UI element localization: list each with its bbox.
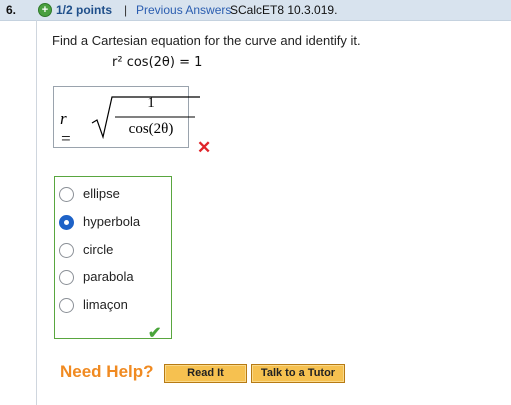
talk-to-tutor-button[interactable]: Talk to a Tutor: [251, 364, 345, 383]
question-number: 6.: [6, 3, 17, 17]
radio-button[interactable]: [59, 298, 74, 313]
points-score: 1/2 points: [56, 3, 113, 17]
correct-checkmark-icon: ✔: [148, 325, 162, 342]
choice-label: circle: [83, 242, 114, 257]
answer-denominator: cos(2θ): [128, 121, 174, 137]
choice-label: parabola: [83, 269, 134, 284]
answer-numerator: 1: [147, 95, 155, 111]
need-help-label: Need Help?: [60, 362, 154, 381]
question-header: 6. + 1/2 points | Previous Answers SCalc…: [0, 0, 511, 21]
plus-circle-icon[interactable]: +: [38, 3, 52, 17]
header-separator: |: [124, 3, 128, 17]
answer-lhs: r =: [60, 109, 72, 148]
radio-button[interactable]: [59, 187, 74, 202]
choice-label: limaçon: [83, 297, 128, 312]
given-equation: r² cos(2θ) = 1: [112, 55, 203, 70]
answer-input-box[interactable]: r = 1 cos(2θ): [53, 86, 200, 148]
question-prompt: Find a Cartesian equation for the curve …: [52, 33, 361, 48]
answer-choice-list: ellipse hyperbola circle parabola limaço…: [54, 176, 172, 339]
read-it-button[interactable]: Read It: [164, 364, 247, 383]
choice-label: ellipse: [83, 186, 120, 201]
left-divider: [36, 20, 37, 405]
radio-button[interactable]: [59, 270, 74, 285]
radio-button-selected[interactable]: [59, 215, 74, 230]
previous-answers-link[interactable]: Previous Answers: [136, 3, 231, 17]
choice-label: hyperbola: [83, 214, 141, 229]
question-source: SCalcET8 10.3.019.: [230, 3, 338, 17]
radio-button[interactable]: [59, 243, 74, 258]
incorrect-x-icon: ✕: [197, 138, 212, 157]
